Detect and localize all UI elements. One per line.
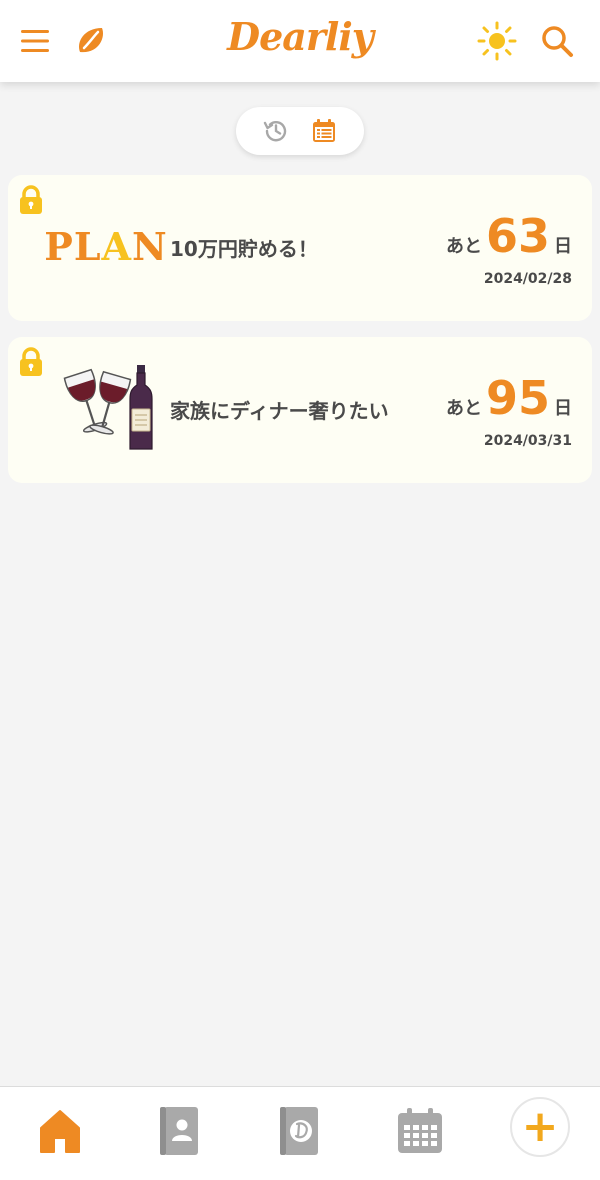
search-icon	[542, 26, 573, 57]
goal-title: 10万円貯める！	[170, 237, 318, 261]
nav-diary[interactable]	[270, 1101, 330, 1161]
days-remaining-suffix: 日	[554, 236, 572, 257]
calendar-list-icon	[313, 119, 335, 142]
sun-icon	[477, 21, 517, 61]
contacts-book-icon	[160, 1107, 198, 1155]
days-remaining-count: 95	[485, 371, 550, 425]
goal-card[interactable]: PLAN 10万円貯める！ あと 63 日 2024/02/28	[8, 175, 592, 321]
wine-glasses-bottle-icon	[63, 365, 153, 450]
calendar-list-view-button[interactable]	[306, 113, 342, 149]
nav-contacts[interactable]	[150, 1101, 210, 1161]
days-remaining-prefix: あと	[445, 398, 482, 419]
goal-thumbnail: PLAN	[44, 201, 167, 291]
theme-toggle-button[interactable]	[476, 20, 518, 62]
search-button[interactable]	[536, 20, 578, 62]
days-remaining-count: 63	[485, 209, 550, 263]
goal-card[interactable]: 家族にディナー奢りたい あと 95 日 2024/03/31	[8, 337, 592, 483]
goal-date: 2024/03/31	[483, 433, 572, 449]
add-goal-button[interactable]: +	[510, 1097, 570, 1157]
plan-thumbnail-text: PLAN	[44, 223, 168, 269]
calendar-icon	[398, 1108, 442, 1153]
goal-date: 2024/02/28	[483, 271, 572, 287]
goal-thumbnail	[54, 363, 158, 453]
days-remaining: あと 95 日	[446, 375, 572, 421]
history-icon	[263, 121, 287, 142]
app-header: Dearliy	[0, 0, 600, 82]
add-icon: +	[521, 1101, 559, 1152]
days-remaining-prefix: あと	[445, 236, 482, 257]
goal-title: 家族にディナー奢りたい	[170, 399, 389, 423]
lock-icon	[20, 185, 42, 214]
nav-home[interactable]	[30, 1101, 90, 1161]
history-view-button[interactable]	[258, 113, 294, 149]
home-icon	[40, 1110, 80, 1153]
days-remaining: あと 63 日	[446, 213, 572, 259]
lock-icon	[20, 347, 42, 376]
nav-calendar[interactable]	[390, 1101, 450, 1161]
dearliy-diary-icon	[280, 1107, 318, 1155]
view-toggle	[236, 107, 364, 155]
bottom-navigation: +	[0, 1086, 600, 1180]
days-remaining-suffix: 日	[554, 398, 572, 419]
